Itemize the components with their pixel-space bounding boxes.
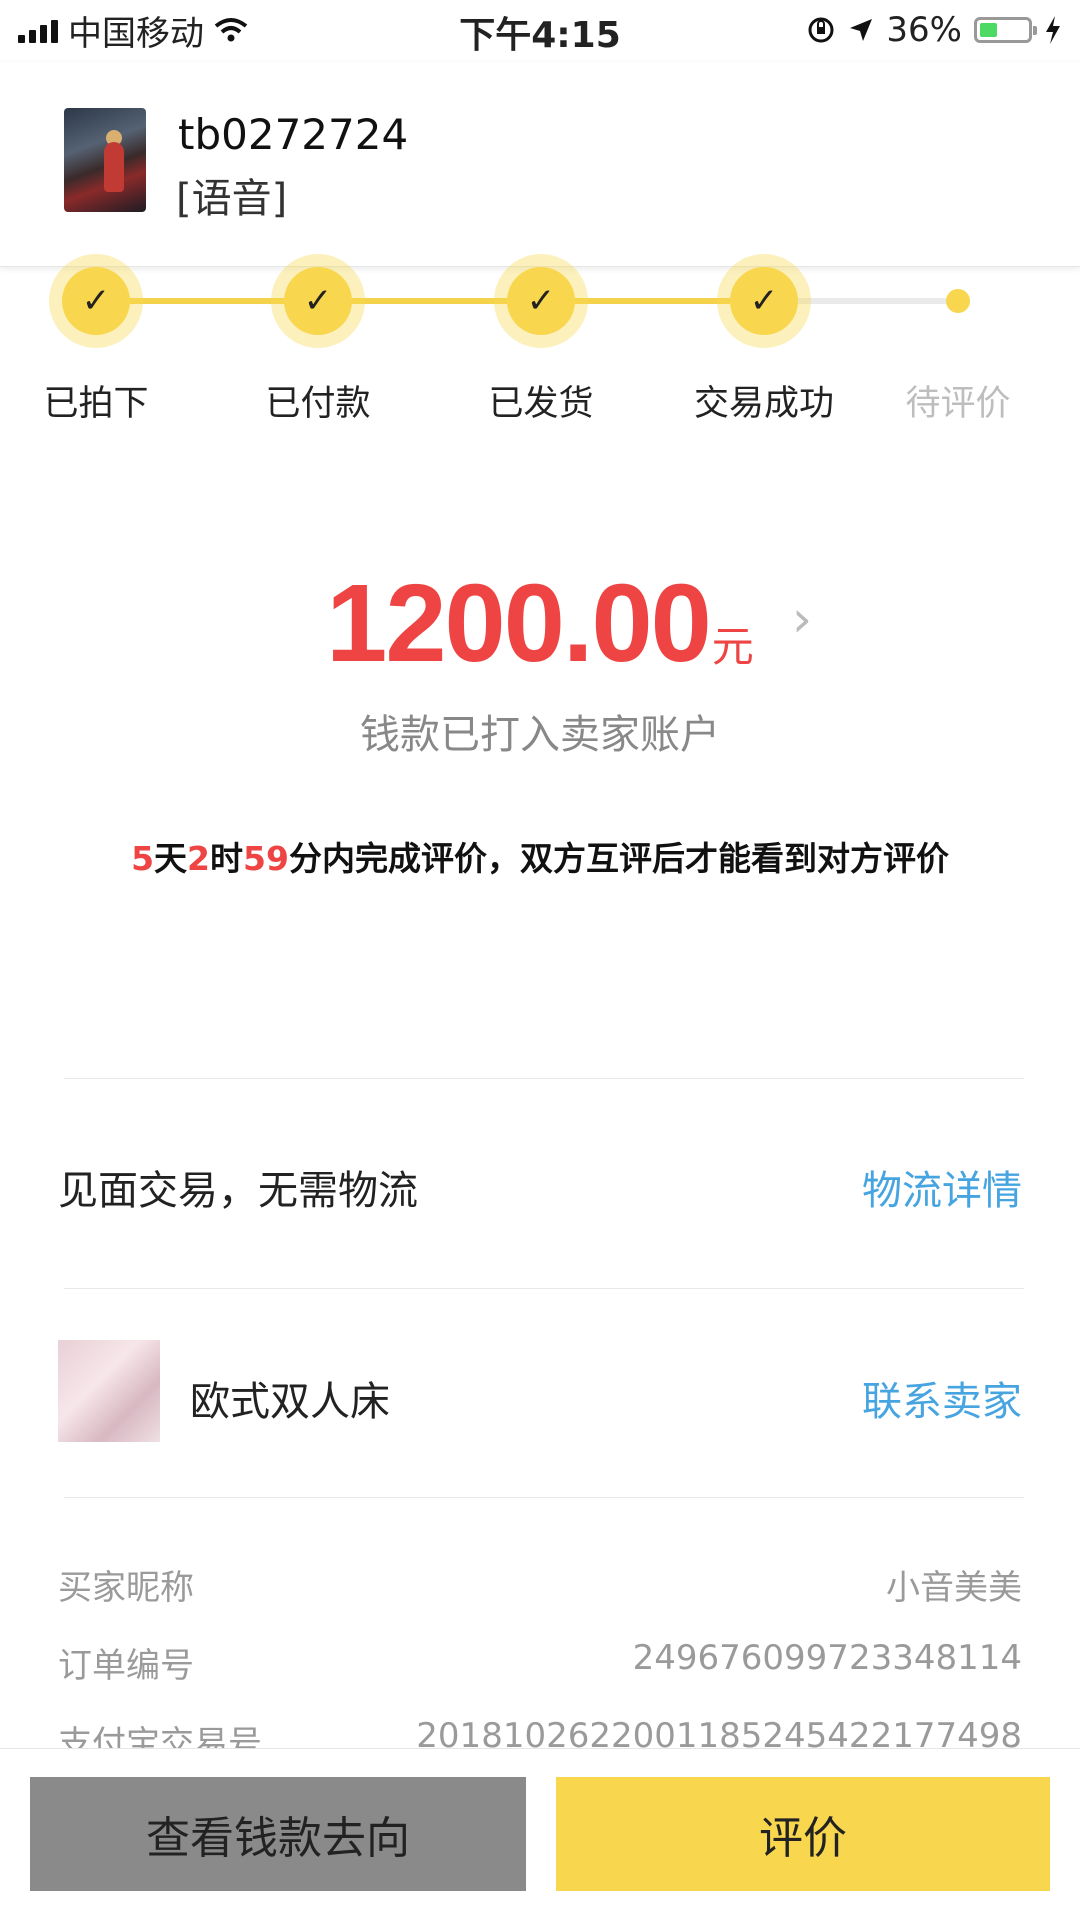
progress-track-done: [96, 298, 764, 304]
divider: [64, 1497, 1024, 1498]
step-1-check-icon: ✓: [49, 254, 143, 348]
review-button[interactable]: 评价: [556, 1777, 1050, 1891]
location-arrow-icon: [850, 19, 873, 41]
amount-value: 1200.00: [326, 562, 712, 685]
orientation-lock-icon: [808, 17, 834, 43]
step-4-check-icon: ✓: [717, 254, 811, 348]
charging-bolt-icon: [1046, 16, 1060, 44]
review-notice-text: 分内完成评价，双方互评后才能看到对方评价: [288, 839, 949, 878]
hours-count: 2: [187, 839, 210, 878]
amount-status: 钱款已打入卖家账户: [360, 712, 720, 758]
battery-icon: [974, 17, 1037, 43]
step-5-pending-dot: [946, 289, 970, 313]
chevron-right-icon[interactable]: ›: [792, 590, 812, 648]
battery-percent: 36%: [886, 10, 962, 50]
battery-level: [980, 23, 997, 37]
step-label-3: 已发货: [488, 384, 594, 424]
chat-last-message: [语音]: [176, 176, 288, 222]
days-count: 5: [131, 839, 155, 878]
product-name[interactable]: 欧式双人床: [190, 1369, 390, 1427]
contact-seller-link[interactable]: 联系卖家: [862, 1369, 1022, 1427]
amount-unit: 元: [711, 622, 754, 671]
step-label-2: 已付款: [265, 384, 371, 424]
step-3-check-icon: ✓: [494, 254, 588, 348]
logistics-detail-link[interactable]: 物流详情: [862, 1158, 1022, 1216]
chat-username: tb0272724: [178, 110, 409, 159]
avatar[interactable]: [64, 108, 146, 212]
amount-display[interactable]: 1200.00元: [0, 560, 1080, 687]
divider: [64, 1078, 1024, 1079]
order-number-value: 249676099723348114: [632, 1638, 1022, 1678]
status-bar: 中国移动 下午4:15 36%: [0, 0, 1080, 60]
buyer-nickname-value: 小音美美: [886, 1568, 1022, 1608]
review-deadline-notice: 5天2时59分内完成评价，双方互评后才能看到对方评价: [131, 839, 949, 878]
order-number-label: 订单编号: [58, 1646, 194, 1686]
divider: [64, 1288, 1024, 1289]
chat-header[interactable]: tb0272724 [语音]: [0, 62, 1080, 267]
shipping-info: 见面交易，无需物流: [58, 1168, 418, 1214]
step-label-5: 待评价: [905, 384, 1011, 424]
buyer-nickname-label: 买家昵称: [58, 1568, 194, 1608]
status-right: 36%: [806, 8, 1062, 52]
minutes-count: 59: [243, 839, 289, 878]
step-label-4: 交易成功: [693, 384, 834, 424]
step-label-1: 已拍下: [43, 384, 149, 424]
view-money-flow-button[interactable]: 查看钱款去向: [30, 1777, 526, 1891]
product-thumbnail[interactable]: [58, 1340, 160, 1442]
step-2-check-icon: ✓: [271, 254, 365, 348]
